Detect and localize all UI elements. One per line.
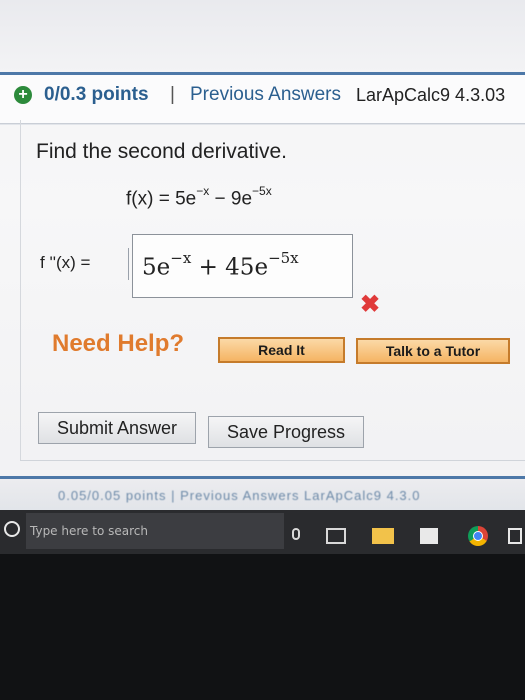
need-help-label: Need Help? <box>52 330 185 357</box>
file-explorer-icon[interactable] <box>372 528 394 544</box>
read-it-button[interactable]: Read It <box>218 337 345 363</box>
next-question-text: 0.05/0.05 points | Previous Answers LarA… <box>58 488 421 503</box>
question-prompt: Find the second derivative. <box>36 140 287 163</box>
taskbar-search-placeholder: Type here to search <box>30 524 148 538</box>
submit-answer-button[interactable]: Submit Answer <box>38 412 196 444</box>
wrong-icon: ✖ <box>360 291 381 318</box>
function-expression: f(x) = 5e−x − 9e−5x <box>126 184 272 210</box>
save-progress-button[interactable]: Save Progress <box>208 416 364 448</box>
answer-value: 5e−x + 45e−5x <box>142 249 299 281</box>
points-score: 0/0.3 points <box>44 84 149 105</box>
answer-divider <box>128 248 129 280</box>
function-exponent-2: −5x <box>252 184 272 198</box>
top-strip <box>0 0 525 72</box>
cortana-circle-icon[interactable] <box>4 521 20 537</box>
previous-answers-link[interactable]: Previous Answers <box>190 84 341 106</box>
function-lhs: f(x) = 5e <box>126 188 197 210</box>
function-exponent-1: −x <box>196 184 210 198</box>
function-mid: − 9e <box>209 188 253 210</box>
task-view-icon[interactable] <box>326 528 346 544</box>
answer-exponent-1: −x <box>170 249 192 267</box>
panel-divider <box>20 460 525 461</box>
answer-part-2: + 45e <box>191 254 269 281</box>
chrome-icon[interactable] <box>468 526 488 546</box>
header-separator: | <box>170 84 175 105</box>
expand-plus-icon[interactable]: + <box>14 86 32 104</box>
browser-screen: + 0/0.3 points | Previous Answers LarApC… <box>0 0 525 510</box>
store-icon[interactable] <box>420 528 438 544</box>
talk-to-tutor-button[interactable]: Talk to a Tutor <box>356 338 510 364</box>
answer-label: f ''(x) = <box>40 253 91 272</box>
course-reference: LarApCalc9 4.3.03 <box>356 85 506 105</box>
laptop-bezel <box>0 554 525 700</box>
microphone-icon[interactable] <box>292 528 300 540</box>
answer-part-1: 5e <box>142 254 171 281</box>
answer-exponent-2: −5x <box>268 249 299 267</box>
edge-icon[interactable] <box>508 528 522 544</box>
